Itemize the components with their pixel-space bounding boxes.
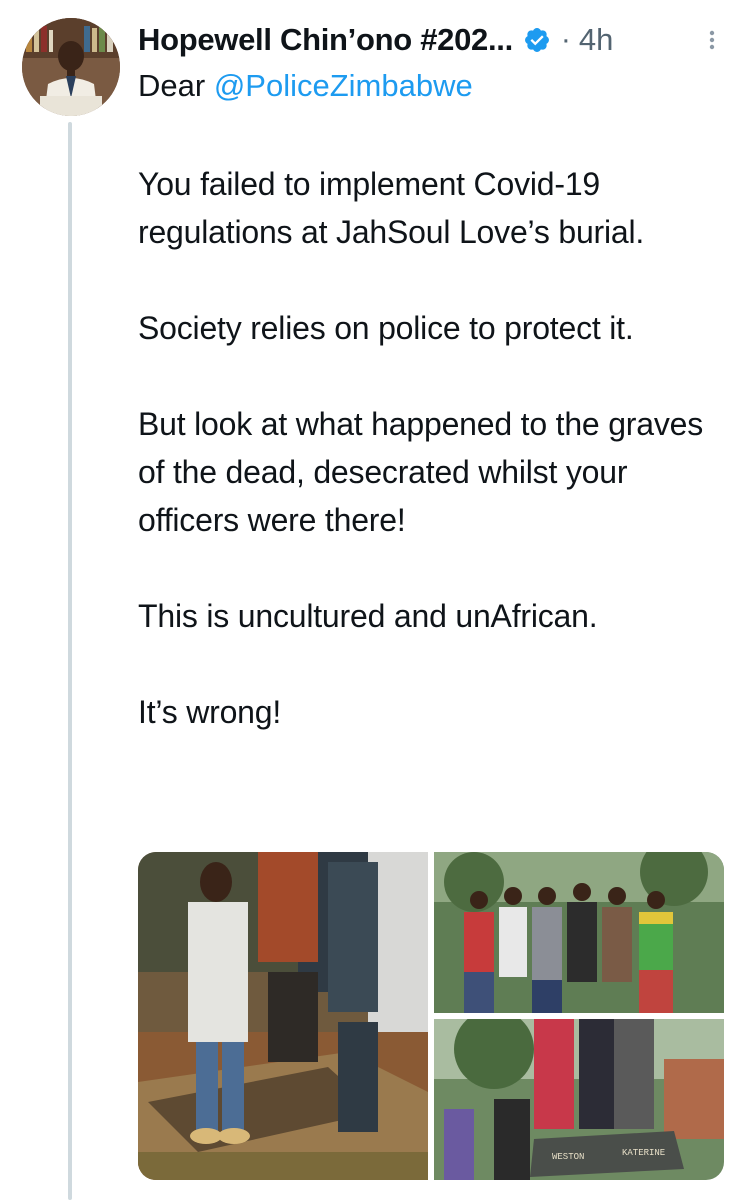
photo-crowd-on-graves[interactable] <box>434 852 724 1013</box>
photo-grave-trampled[interactable] <box>138 852 428 1180</box>
tweet-paragraph: It’s wrong! <box>138 694 282 730</box>
tweet-paragraph: This is uncultured and unAfrican. <box>138 598 598 634</box>
tweet-paragraph: You failed to implement Covid-19 regulat… <box>138 166 645 250</box>
avatar[interactable] <box>22 18 120 116</box>
author-name[interactable]: Hopewell Chin’ono #202... <box>138 22 513 58</box>
separator-dot: · <box>560 23 571 56</box>
tweet-paragraph: Society relies on police to protect it. <box>138 310 634 346</box>
media-grid: WESTON KATERINE <box>138 852 724 1180</box>
more-options-icon[interactable] <box>704 24 720 56</box>
timestamp[interactable]: 4h <box>579 22 613 58</box>
reply-prefix: Dear <box>138 68 206 103</box>
mention-link[interactable]: @PoliceZimbabwe <box>214 68 473 103</box>
headstone-text-left: WESTON <box>552 1152 584 1162</box>
photo-standing-on-headstone[interactable]: WESTON KATERINE <box>434 1019 724 1180</box>
headstone-text-right: KATERINE <box>622 1148 665 1158</box>
verified-badge-icon <box>523 26 551 54</box>
tweet-body: You failed to implement Covid-19 regulat… <box>138 160 728 784</box>
thread-connector-line <box>68 122 72 1200</box>
reply-line: Dear @PoliceZimbabwe <box>138 66 473 106</box>
tweet-header: Hopewell Chin’ono #202... · 4h <box>138 18 728 62</box>
tweet-paragraph: But look at what happened to the graves … <box>138 406 704 538</box>
